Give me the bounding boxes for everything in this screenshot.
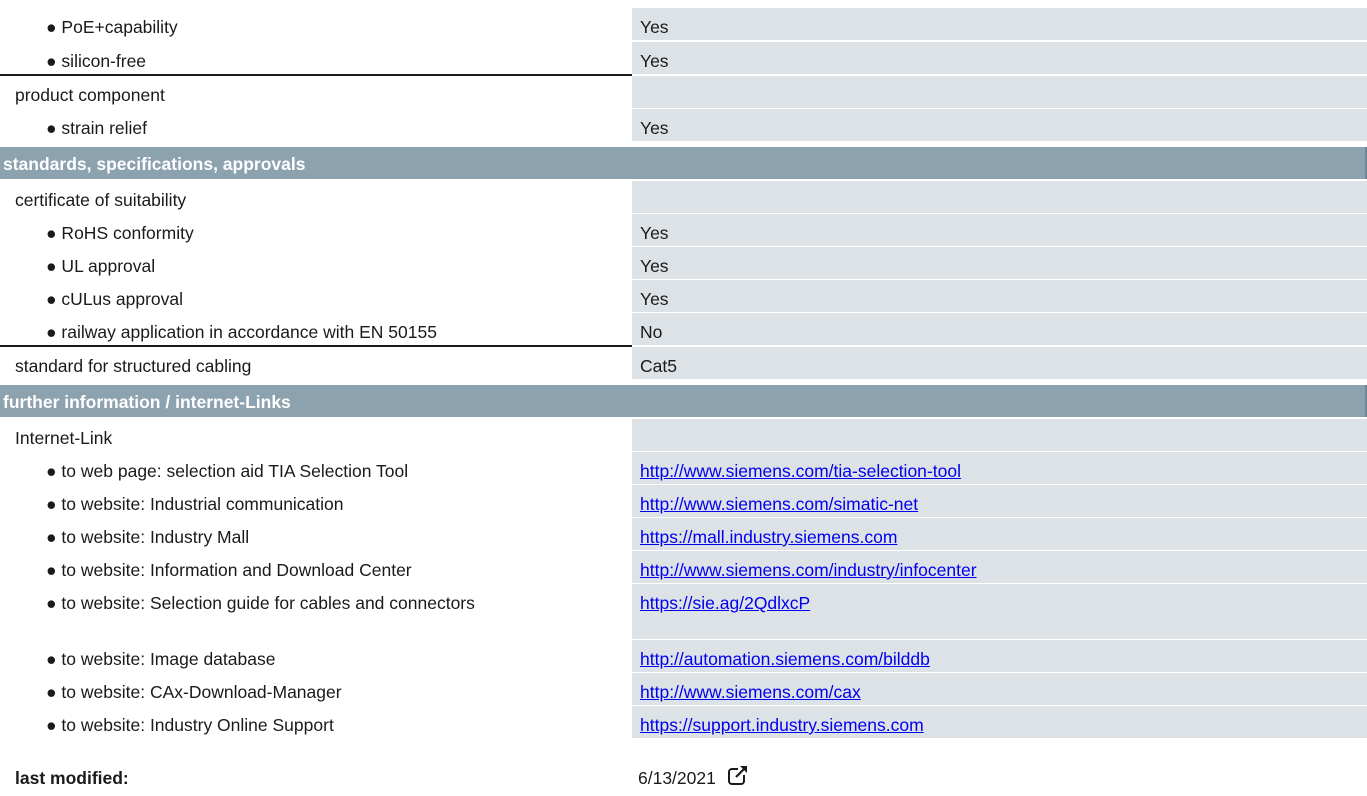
link-label: ● to web page: selection aid TIA Selecti…: [46, 461, 409, 481]
external-link-icon[interactable]: [727, 764, 749, 786]
section-header-links: further information / internet-Links: [0, 385, 1367, 417]
spec-label: standard for structured cabling: [15, 356, 252, 376]
spec-value: No: [640, 322, 663, 342]
link-row: ● to website: CAx-Download-Manager http:…: [0, 673, 1367, 705]
spec-group-row: Internet-Link: [0, 419, 1367, 451]
industry-mall-link[interactable]: https://mall.industry.siemens.com: [640, 527, 897, 547]
spec-label: ● silicon-free: [46, 51, 147, 71]
cax-link[interactable]: http://www.siemens.com/cax: [640, 682, 861, 702]
spec-label: ● strain relief: [46, 118, 148, 138]
spec-row: ● silicon-free Yes: [0, 42, 1367, 74]
spec-group-label: product component: [15, 85, 165, 105]
link-row: ● to website: Industrial communication h…: [0, 485, 1367, 517]
section-title: standards, specifications, approvals: [3, 154, 306, 174]
spec-value: Yes: [640, 289, 669, 309]
spec-value: Yes: [640, 256, 669, 276]
link-label: ● to website: Industry Mall: [46, 527, 250, 547]
spec-row: ● strain relief Yes: [0, 109, 1367, 141]
selection-guide-link[interactable]: https://sie.ag/2QdlxcP: [640, 593, 810, 613]
spec-group-row: certificate of suitability: [0, 181, 1367, 213]
section-header-standards: standards, specifications, approvals: [0, 147, 1367, 179]
link-row: ● to web page: selection aid TIA Selecti…: [0, 452, 1367, 484]
link-row: ● to website: Image database http://auto…: [0, 640, 1367, 672]
last-modified-label: last modified:: [15, 768, 129, 788]
simatic-net-link[interactable]: http://www.siemens.com/simatic-net: [640, 494, 918, 514]
link-row: ● to website: Selection guide for cables…: [0, 584, 1367, 639]
spec-row: ● PoE+capability Yes: [0, 8, 1367, 40]
link-label: ● to website: Image database: [46, 649, 276, 669]
link-row: ● to website: Information and Download C…: [0, 551, 1367, 583]
spec-group-label: certificate of suitability: [15, 190, 187, 210]
spec-label: ● UL approval: [46, 256, 156, 276]
link-label: ● to website: Industrial communication: [46, 494, 344, 514]
link-row: ● to website: Industry Online Support ht…: [0, 706, 1367, 738]
spec-group-label: Internet-Link: [15, 428, 113, 448]
spec-value: Cat5: [640, 356, 677, 376]
spec-value: Yes: [640, 223, 669, 243]
link-label: ● to website: Industry Online Support: [46, 715, 334, 735]
spec-row: standard for structured cabling Cat5: [0, 347, 1367, 379]
spec-label: ● railway application in accordance with…: [46, 322, 437, 342]
last-modified-value: 6/13/2021: [638, 768, 716, 788]
online-support-link[interactable]: https://support.industry.siemens.com: [640, 715, 924, 735]
spec-value: Yes: [640, 118, 669, 138]
link-label: ● to website: Information and Download C…: [46, 560, 412, 580]
spec-value: Yes: [640, 17, 669, 37]
spec-label: ● RoHS conformity: [46, 223, 194, 243]
spec-row: ● UL approval Yes: [0, 247, 1367, 279]
spec-group-row: product component: [0, 76, 1367, 108]
link-row: ● to website: Industry Mall https://mall…: [0, 518, 1367, 550]
spec-row: ● RoHS conformity Yes: [0, 214, 1367, 246]
spec-label: ● PoE+capability: [46, 17, 178, 37]
section-title: further information / internet-Links: [3, 392, 291, 412]
infocenter-link[interactable]: http://www.siemens.com/industry/infocent…: [640, 560, 977, 580]
tia-selection-tool-link[interactable]: http://www.siemens.com/tia-selection-too…: [640, 461, 961, 481]
link-label: ● to website: CAx-Download-Manager: [46, 682, 342, 702]
spec-row: ● railway application in accordance with…: [0, 313, 1367, 345]
image-database-link[interactable]: http://automation.siemens.com/bilddb: [640, 649, 930, 669]
link-label: ● to website: Selection guide for cables…: [46, 593, 475, 613]
spec-value: Yes: [640, 51, 669, 71]
spec-row: ● cULus approval Yes: [0, 280, 1367, 312]
spec-label: ● cULus approval: [46, 289, 184, 309]
